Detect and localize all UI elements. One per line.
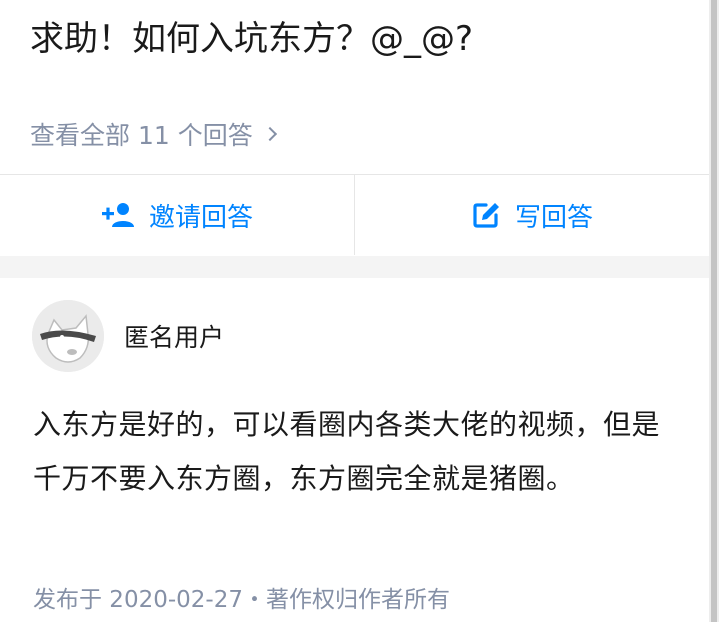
view-all-label: 查看全部 11 个回答 [30,121,253,150]
avatar[interactable] [32,300,104,372]
anonymous-avatar-icon [32,300,104,372]
write-answer-label: 写回答 [514,202,593,233]
invite-answer-button[interactable]: 邀请回答 [0,175,354,255]
view-all-answers-link[interactable]: 查看全部 11 个回答 [30,114,277,154]
answer-author[interactable]: 匿名用户 [32,300,224,372]
answer-meta: 发布于 2020-02-27・著作权归作者所有 [33,587,450,613]
edit-icon [473,203,499,228]
invite-answer-label: 邀请回答 [148,202,253,233]
scrollbar[interactable] [709,0,719,622]
chevron-right-icon [262,126,277,142]
add-person-icon [101,203,134,227]
section-gap [0,256,709,278]
author-name[interactable]: 匿名用户 [124,318,224,354]
action-bar: 邀请回答 写回答 [0,175,709,255]
question-title: 求助！如何入坑东方？@_@? [30,19,474,59]
scrollbar-thumb[interactable] [711,0,717,622]
answer-content: 入东方是好的，可以看圈内各类大佬的视频，但是千万不要入东方圈，东方圈完全就是猪圈… [33,408,661,495]
write-answer-button[interactable]: 写回答 [355,175,709,255]
